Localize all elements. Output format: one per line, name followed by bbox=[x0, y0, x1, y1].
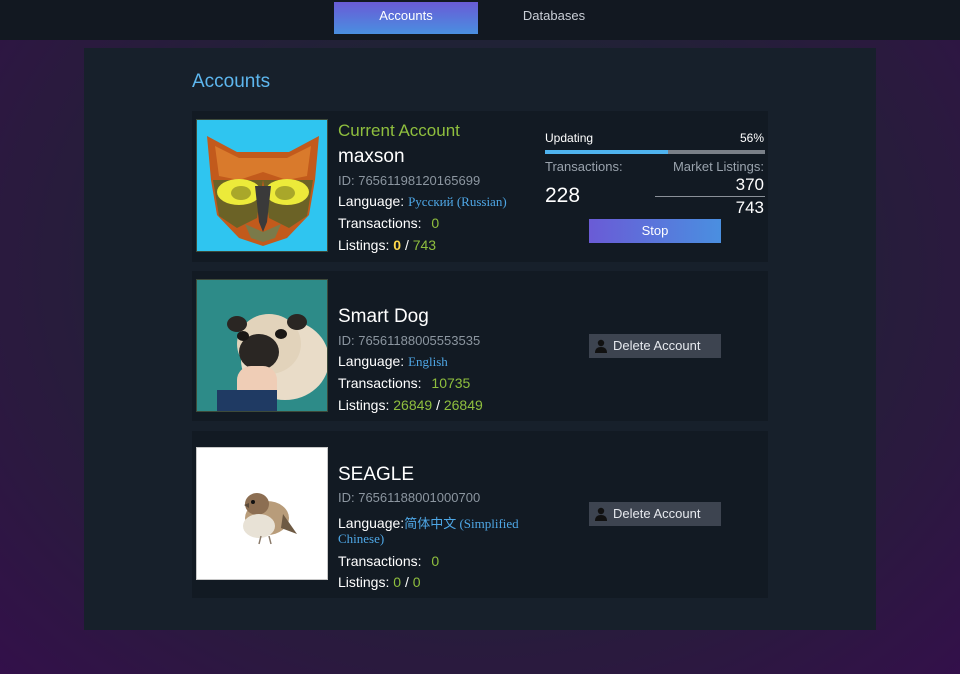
stop-button[interactable]: Stop bbox=[589, 219, 721, 243]
transactions-label: Transactions: bbox=[338, 553, 422, 569]
owl-avatar bbox=[196, 119, 328, 252]
fraction-divider bbox=[655, 196, 765, 197]
top-nav: Accounts Databases bbox=[0, 0, 960, 40]
transactions-row: Transactions: 0 bbox=[338, 553, 439, 569]
account-name: Smart Dog bbox=[338, 306, 429, 327]
language-value: Русский (Russian) bbox=[408, 194, 507, 209]
pug-avatar bbox=[196, 279, 328, 412]
account-id: ID: 76561188001000700 bbox=[338, 490, 481, 505]
listings-current: 0 bbox=[393, 237, 402, 253]
language-value: 简体中文 (Simplified bbox=[404, 516, 519, 531]
market-listings-current: 370 bbox=[735, 175, 764, 194]
account-card: SEAGLE ID: 76561188001000700 Language:简体… bbox=[192, 431, 768, 598]
listings-label: Listings: bbox=[338, 574, 390, 590]
transactions-label: Transactions: bbox=[338, 215, 422, 231]
user-icon bbox=[595, 507, 607, 521]
delete-account-button[interactable]: Delete Account bbox=[589, 334, 721, 358]
language-row: Language: English bbox=[338, 353, 448, 370]
account-id: ID: 76561198120165699 bbox=[338, 173, 481, 188]
update-progress-fill bbox=[545, 150, 669, 154]
account-card: Smart Dog ID: 76561188005553535 Language… bbox=[192, 271, 768, 421]
transactions-row: Transactions: 0 bbox=[338, 215, 439, 231]
update-transactions-label: Transactions: bbox=[545, 159, 623, 174]
transactions-value: 10735 bbox=[431, 375, 471, 391]
listings-row: Listings: 26849 / 26849 bbox=[338, 397, 483, 413]
delete-account-label: Delete Account bbox=[613, 506, 701, 521]
update-percent: 56% bbox=[739, 131, 764, 145]
update-progress-bar bbox=[545, 150, 765, 154]
delete-account-button[interactable]: Delete Account bbox=[589, 502, 721, 526]
listings-separator: / bbox=[404, 237, 409, 253]
transactions-value: 0 bbox=[431, 553, 440, 569]
update-status-label: Updating bbox=[545, 131, 594, 145]
listings-row: Listings: 0 / 743 bbox=[338, 237, 436, 253]
listings-separator: / bbox=[404, 574, 409, 590]
owl-icon bbox=[207, 136, 319, 246]
language-label: Language: bbox=[338, 515, 405, 531]
delete-account-label: Delete Account bbox=[613, 338, 701, 353]
market-listings-total: 743 bbox=[735, 198, 764, 217]
listings-row: Listings: 0 / 0 bbox=[338, 574, 421, 590]
page-title: Accounts bbox=[192, 71, 271, 92]
language-label: Language: bbox=[338, 353, 405, 369]
listings-separator: / bbox=[436, 397, 440, 413]
language-value-continued: Chinese) bbox=[338, 531, 385, 546]
listings-total: 0 bbox=[412, 574, 421, 590]
listings-total: 743 bbox=[412, 237, 437, 253]
language-value: English bbox=[408, 354, 448, 369]
update-transactions-value: 228 bbox=[545, 184, 581, 207]
listings-current: 26849 bbox=[393, 397, 433, 413]
account-name: SEAGLE bbox=[338, 464, 415, 485]
sparrow-avatar bbox=[196, 447, 328, 580]
listings-label: Listings: bbox=[338, 237, 390, 253]
transactions-label: Transactions: bbox=[338, 375, 422, 391]
language-row: Language:简体中文 (Simplified bbox=[338, 513, 519, 532]
account-name: maxson bbox=[338, 146, 405, 167]
account-card-current: Current Account maxson ID: 7656119812016… bbox=[192, 111, 768, 262]
language-row: Language: Русский (Russian) bbox=[338, 193, 507, 210]
language-label: Language: bbox=[338, 193, 405, 209]
transactions-row: Transactions: 10735 bbox=[338, 375, 470, 391]
tab-databases[interactable]: Databases bbox=[482, 2, 626, 34]
sparrow-icon bbox=[243, 493, 297, 545]
pug-icon bbox=[197, 280, 327, 411]
transactions-value: 0 bbox=[431, 215, 440, 231]
current-account-label: Current Account bbox=[338, 121, 460, 140]
listings-current: 0 bbox=[393, 574, 402, 590]
tab-accounts[interactable]: Accounts bbox=[334, 2, 478, 34]
account-id: ID: 76561188005553535 bbox=[338, 333, 481, 348]
listings-total: 26849 bbox=[443, 397, 483, 413]
market-listings-label: Market Listings: bbox=[672, 159, 764, 174]
user-icon bbox=[595, 339, 607, 353]
listings-label: Listings: bbox=[338, 397, 390, 413]
